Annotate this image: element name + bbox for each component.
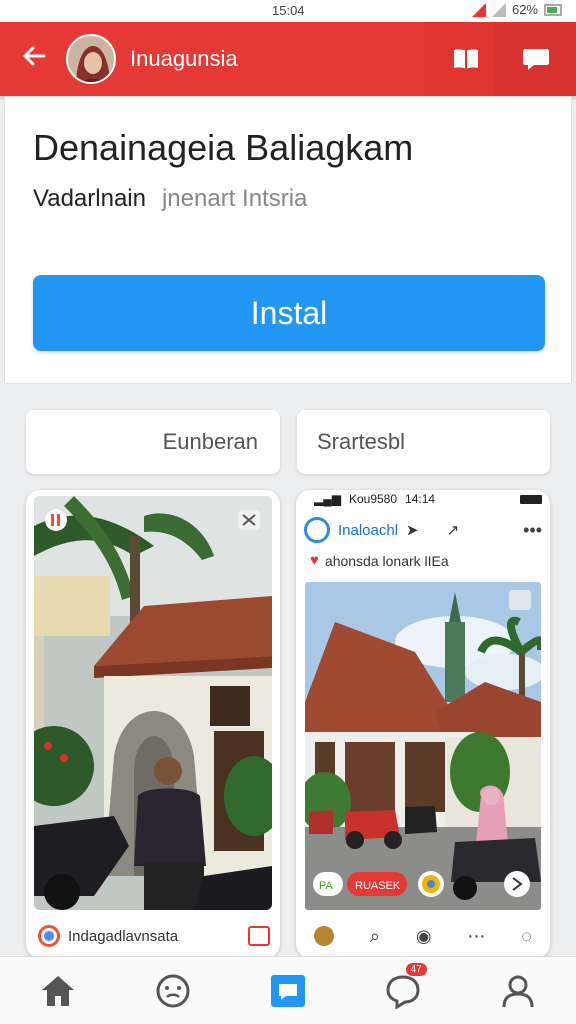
- chat-bubble-icon: [386, 974, 420, 1009]
- developer-name[interactable]: Vadarlnain: [33, 185, 146, 213]
- flag-icon[interactable]: [248, 926, 270, 946]
- notification-badge: 47: [405, 963, 427, 976]
- screenshot-caption: Indagadlavnsata: [38, 922, 270, 950]
- app-subtitle: Vadarlnain jnenart Intsria: [33, 185, 307, 213]
- nav-profile[interactable]: [461, 957, 576, 1024]
- signal-icon: [471, 2, 486, 17]
- status-time: 15:04: [272, 3, 305, 18]
- svg-text:RUASEK: RUASEK: [355, 880, 401, 892]
- mock-chat-icon: ◌: [521, 925, 532, 946]
- mock-time: 14:14: [405, 492, 436, 506]
- temple-photo-image: [34, 496, 272, 910]
- mock-more-icon: ⋯: [467, 925, 486, 946]
- screenshot-card-left[interactable]: Indagadlavnsata: [26, 490, 280, 958]
- speech-bubble-icon: [523, 49, 549, 70]
- nav-emoji[interactable]: [115, 957, 230, 1024]
- svg-text:PA: PA: [319, 880, 334, 892]
- screenshot-card-right[interactable]: ▂▄▆ Kou9580 14:14 Inaloachl ➤ ↗ ••• ♥ ah…: [296, 490, 550, 958]
- mock-battery-icon: [520, 494, 542, 504]
- avatar[interactable]: [66, 34, 116, 84]
- status-bar: 15:04 62%: [0, 0, 576, 22]
- avatar-image: [68, 36, 114, 82]
- mock-bottom-bar: ⌕ ◉ ⋯ ◌: [306, 920, 540, 952]
- share-icon: ↗: [446, 522, 460, 539]
- mock-title: Inaloachl: [338, 521, 399, 539]
- back-button[interactable]: [20, 42, 54, 76]
- app-info-card: Denainageia Baliagkam Vadarlnain jnenart…: [4, 96, 572, 384]
- heart-icon: ♥: [310, 552, 319, 569]
- nav-chat[interactable]: 47: [346, 957, 461, 1024]
- profile-icon: [502, 975, 534, 1007]
- mock-subtitle: ♥ ahonsda lonark lIEa: [310, 552, 542, 569]
- message-square-icon: [271, 974, 305, 1007]
- battery-percent: 62%: [511, 2, 538, 17]
- message-button[interactable]: [494, 22, 576, 96]
- mock-app-logo-icon: [304, 517, 330, 543]
- app-name: Denainageia Baliagkam: [33, 127, 414, 168]
- app-logo-icon: [38, 925, 60, 947]
- nav-messages[interactable]: [230, 957, 345, 1024]
- install-button[interactable]: Instal: [33, 275, 545, 351]
- temple-photo: [34, 496, 272, 910]
- wifi-icon: [491, 2, 506, 17]
- mock-location-icon: ◉: [415, 925, 432, 946]
- more-icon: •••: [523, 519, 542, 540]
- app-title: Inuagunsia: [130, 46, 238, 71]
- status-icons: 62%: [471, 2, 562, 17]
- app-category: jnenart Intsria: [161, 185, 308, 212]
- app-bar: Inuagunsia: [0, 22, 576, 96]
- mock-status-bar: ▂▄▆ Kou9580 14:14: [314, 490, 542, 508]
- battery-icon: [544, 3, 562, 16]
- smiley-icon: [156, 974, 190, 1007]
- chip-left[interactable]: Eunberan: [26, 410, 280, 474]
- mock-carrier: Kou9580: [348, 492, 398, 506]
- village-photo-image: PA RUASEK: [305, 582, 541, 910]
- book-icon: [454, 49, 478, 69]
- back-arrow-icon: [23, 46, 46, 66]
- send-icon: ➤: [406, 522, 419, 539]
- mock-avatar-icon: [314, 926, 334, 946]
- bottom-nav: 47: [0, 956, 576, 1024]
- mock-signal-icon: ▂▄▆: [314, 492, 341, 506]
- village-photo: PA RUASEK: [305, 582, 541, 910]
- mock-header: Inaloachl ➤ ↗ •••: [304, 512, 542, 548]
- home-icon: [41, 975, 74, 1006]
- mock-subtitle-text: ahonsda lonark lIEa: [324, 552, 449, 569]
- chip-right[interactable]: Srartesbl: [297, 410, 550, 474]
- mock-search-icon: ⌕: [369, 925, 380, 946]
- nav-home[interactable]: [0, 957, 115, 1024]
- caption-text: Indagadlavnsata: [68, 927, 179, 945]
